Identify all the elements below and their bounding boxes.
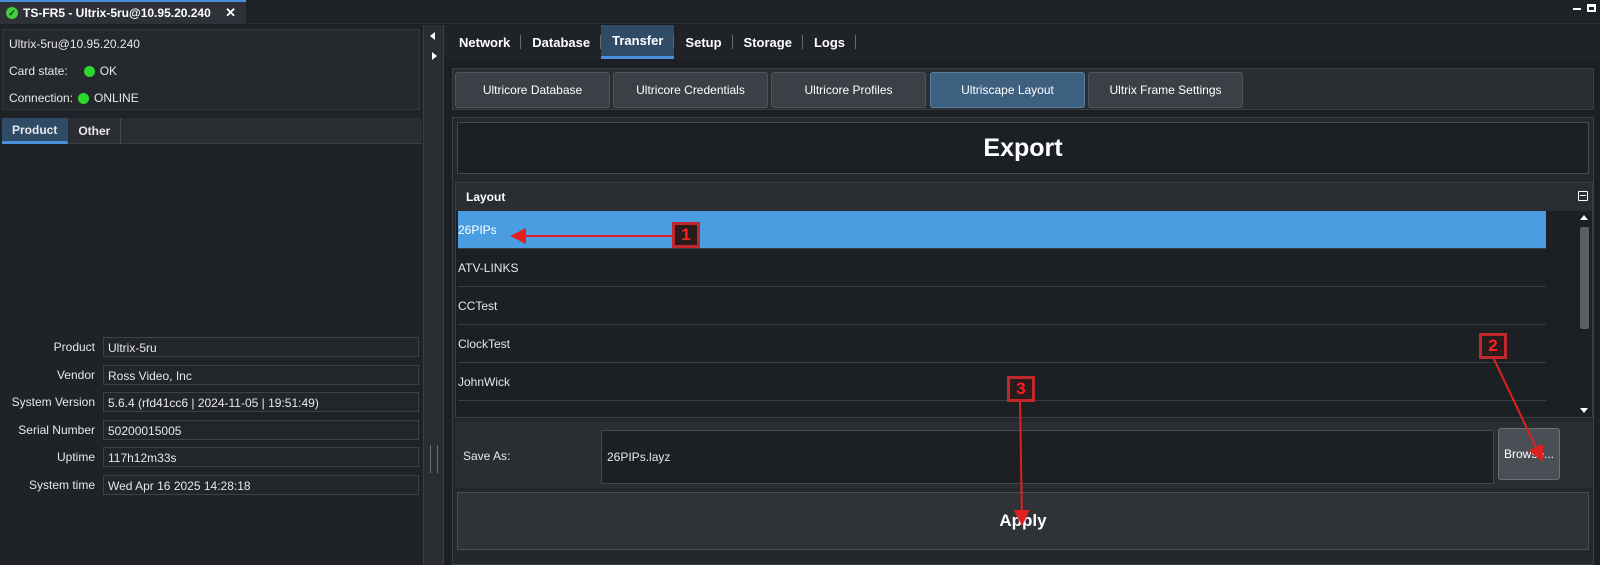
document-tab-title: TS-FR5 - Ultrix-5ru@10.95.20.240 bbox=[23, 6, 211, 20]
expand-right-icon[interactable] bbox=[432, 52, 437, 60]
window-controls bbox=[1573, 2, 1596, 12]
browse-button[interactable]: Browse... bbox=[1498, 428, 1560, 480]
property-label: Product bbox=[53, 340, 95, 354]
subtab-ultrix-frame-settings[interactable]: Ultrix Frame Settings bbox=[1088, 72, 1243, 108]
property-row: Serial Number 50200015005 bbox=[0, 419, 425, 440]
property-row: Product Ultrix-5ru bbox=[0, 337, 425, 357]
scroll-up-icon[interactable] bbox=[1580, 215, 1588, 220]
save-as-input[interactable]: 26PIPs.layz bbox=[601, 430, 1494, 484]
device-info-box: Ultrix-5ru@10.95.20.240 Card state: OK C… bbox=[2, 29, 420, 110]
connection-value: ONLINE bbox=[94, 91, 139, 105]
table-row[interactable]: 26PIPs bbox=[458, 211, 1546, 249]
tab-storage[interactable]: Storage bbox=[733, 25, 804, 59]
table-row[interactable]: CCTest bbox=[458, 287, 1546, 325]
scroll-down-icon[interactable] bbox=[1580, 408, 1588, 413]
layout-column-header[interactable]: Layout bbox=[456, 183, 1592, 211]
property-label: System time bbox=[28, 478, 95, 492]
property-value: Ross Video, Inc bbox=[103, 364, 419, 385]
transfer-content: Export Layout 26PIPs ATV-LINKS CCTest Cl… bbox=[452, 117, 1594, 565]
save-as-label: Save As: bbox=[463, 449, 511, 463]
tab-network[interactable]: Network bbox=[448, 25, 522, 59]
scroll-thumb[interactable] bbox=[1580, 227, 1589, 329]
status-ok-icon bbox=[83, 65, 95, 77]
card-state-line: Card state: OK bbox=[9, 64, 117, 78]
collapse-left-icon[interactable] bbox=[430, 32, 435, 40]
subtab-ultricore-database[interactable]: Ultricore Database bbox=[455, 72, 610, 108]
minimize-icon[interactable] bbox=[1573, 8, 1581, 10]
property-value: 117h12m33s bbox=[103, 447, 419, 468]
subtab-bar: Ultricore Database Ultricore Credentials… bbox=[452, 68, 1594, 110]
main-panel: Network Database Transfer Setup Storage … bbox=[444, 25, 1600, 565]
device-panel: Ultrix-5ru@10.95.20.240 Card state: OK C… bbox=[0, 25, 425, 565]
property-value: Wed Apr 16 2025 14:28:18 bbox=[103, 475, 419, 495]
property-value: 50200015005 bbox=[103, 419, 419, 440]
layout-table: Layout 26PIPs ATV-LINKS CCTest ClockTest… bbox=[455, 182, 1593, 418]
table-row[interactable]: JohnWick bbox=[458, 363, 1546, 401]
title-bar: ✓ TS-FR5 - Ultrix-5ru@10.95.20.240 ✕ bbox=[0, 0, 1600, 24]
close-tab-icon[interactable]: ✕ bbox=[225, 5, 236, 21]
left-tab-bar: Product Other bbox=[2, 118, 422, 144]
tab-database[interactable]: Database bbox=[521, 25, 601, 59]
document-tab[interactable]: ✓ TS-FR5 - Ultrix-5ru@10.95.20.240 ✕ bbox=[0, 0, 246, 24]
status-online-icon bbox=[78, 92, 90, 104]
apply-button[interactable]: Apply bbox=[457, 492, 1589, 550]
splitter-grip-icon[interactable] bbox=[430, 445, 438, 473]
main-tab-bar: Network Database Transfer Setup Storage … bbox=[444, 25, 1600, 59]
property-value: Ultrix-5ru bbox=[103, 337, 419, 357]
maximize-icon[interactable] bbox=[1587, 4, 1596, 12]
connection-line: Connection: ONLINE bbox=[9, 91, 139, 105]
property-value: 5.6.4 (rfd41cc6 | 2024-11-05 | 19:51:49) bbox=[103, 392, 419, 413]
save-as-area: Save As: 26PIPs.layz Browse... bbox=[455, 422, 1593, 488]
subtab-ultricore-profiles[interactable]: Ultricore Profiles bbox=[771, 72, 926, 108]
table-row[interactable]: ATV-LINKS bbox=[458, 249, 1546, 287]
subtab-ultriscape-layout[interactable]: Ultriscape Layout bbox=[930, 72, 1085, 108]
property-label: System Version bbox=[11, 395, 95, 410]
layout-scrollbar[interactable] bbox=[1578, 211, 1590, 417]
table-row[interactable]: ClockTest bbox=[458, 325, 1546, 363]
property-label: Vendor bbox=[56, 367, 95, 382]
layout-rows: 26PIPs ATV-LINKS CCTest ClockTest JohnWi… bbox=[458, 211, 1546, 417]
property-label: Serial Number bbox=[18, 422, 95, 437]
tab-setup[interactable]: Setup bbox=[674, 25, 733, 59]
panel-splitter[interactable] bbox=[423, 25, 444, 565]
tab-logs[interactable]: Logs bbox=[803, 25, 857, 59]
property-row: System Version 5.6.4 (rfd41cc6 | 2024-11… bbox=[0, 392, 425, 413]
property-row: System time Wed Apr 16 2025 14:28:18 bbox=[0, 475, 425, 495]
connection-label: Connection: bbox=[9, 91, 74, 105]
column-settings-icon[interactable] bbox=[1578, 191, 1588, 201]
check-circle-icon: ✓ bbox=[6, 7, 18, 19]
property-label: Uptime bbox=[56, 450, 95, 465]
tab-transfer[interactable]: Transfer bbox=[601, 25, 675, 59]
subtab-ultricore-credentials[interactable]: Ultricore Credentials bbox=[613, 72, 768, 108]
device-address: Ultrix-5ru@10.95.20.240 bbox=[9, 37, 140, 51]
tab-product[interactable]: Product bbox=[2, 118, 69, 144]
property-row: Uptime 117h12m33s bbox=[0, 447, 425, 468]
card-state-value: OK bbox=[99, 64, 118, 78]
card-state-label: Card state: bbox=[9, 64, 68, 78]
property-row: Vendor Ross Video, Inc bbox=[0, 364, 425, 385]
tab-other[interactable]: Other bbox=[68, 118, 122, 144]
export-title: Export bbox=[457, 122, 1589, 174]
